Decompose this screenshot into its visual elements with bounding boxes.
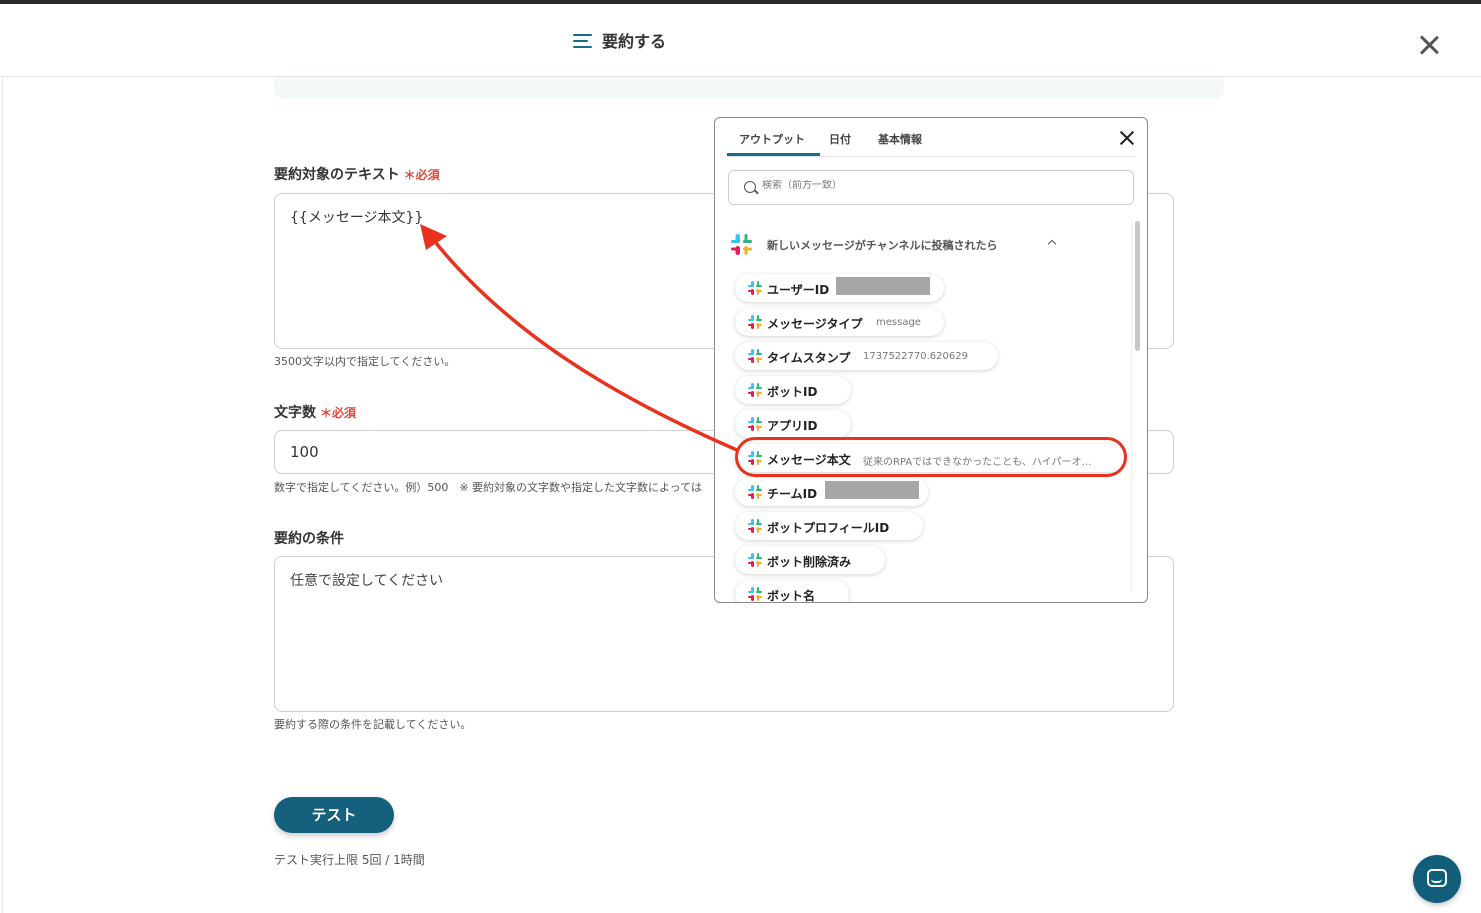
slack-icon [731, 234, 752, 255]
output-item-name: タイムスタンプ [767, 351, 851, 365]
chevron-up-icon [1047, 239, 1057, 249]
list-lines-icon [573, 34, 592, 48]
redacted-value [836, 277, 930, 295]
output-item-name: ボットプロフィールID [767, 521, 890, 535]
search-field[interactable] [728, 170, 1134, 205]
modal-header: 要約する [0, 4, 1481, 77]
output-item[interactable]: ユーザーID [735, 274, 944, 302]
search-input[interactable] [762, 180, 1102, 191]
slack-icon [748, 349, 762, 363]
slack-icon [748, 587, 762, 601]
text-field-value: {{メッセージ本文}} [290, 210, 424, 226]
test-button[interactable]: テスト [274, 797, 394, 833]
text-field-label-text: 要約対象のテキスト [274, 167, 400, 183]
slack-icon [748, 485, 762, 499]
tab-basic-info[interactable]: 基本情報 [878, 131, 922, 147]
slack-icon [748, 281, 762, 295]
test-limit-note: テスト実行上限 5回 / 1時間 [274, 853, 425, 867]
count-input-value: 100 [290, 443, 319, 461]
output-item-name: ボット削除済み [767, 555, 852, 569]
output-item-name: チームID [767, 487, 818, 501]
text-field-label: 要約対象のテキスト ＊必須 [274, 164, 440, 184]
output-item[interactable]: ボットID [735, 376, 851, 404]
tab-output[interactable]: アウトプット [727, 131, 820, 156]
output-item-name: ボットID [767, 385, 818, 399]
slack-icon [748, 383, 762, 397]
required-mark: ＊必須 [403, 168, 440, 182]
condition-placeholder: 任意で設定してください [290, 573, 444, 589]
output-item[interactable]: タイムスタンプ 1737522770.620629 [735, 342, 998, 370]
count-field-help: 数字で指定してください。例）500 ※ 要約対象の文字数や指定した文字数によって… [274, 481, 702, 494]
slack-icon [748, 315, 762, 329]
annotation-highlight-ring [735, 437, 1127, 477]
output-item-name: ユーザーID [767, 283, 830, 297]
output-item[interactable]: ボット削除済み [735, 546, 885, 574]
output-item[interactable]: ボットプロフィールID [735, 512, 923, 540]
tab-date[interactable]: 日付 [829, 131, 851, 147]
search-icon [744, 181, 756, 193]
condition-field-help: 要約する際の条件を記載してください。 [274, 718, 472, 731]
slack-icon [748, 519, 762, 533]
output-item[interactable]: チームID [735, 478, 928, 506]
output-item[interactable]: メッセージタイプ message [735, 308, 944, 336]
output-picker-popup: アウトプット 日付 基本情報 新しいメッセージがチャンネルに投稿されたら ユーザ… [714, 117, 1148, 603]
text-field-help: 3500文字以内で指定してください。 [274, 355, 456, 368]
output-item-name: ボット名 [767, 589, 816, 603]
info-panel [274, 77, 1224, 99]
output-item-name: メッセージタイプ [767, 317, 863, 331]
output-item-name: アプリID [767, 419, 818, 433]
scroll-track [1131, 221, 1132, 591]
count-field-label-text: 文字数 [274, 405, 316, 421]
scrollbar[interactable] [1135, 221, 1140, 351]
divider [2, 77, 3, 913]
required-mark: ＊必須 [320, 406, 357, 420]
modal-title: 要約する [602, 32, 667, 51]
slack-icon [748, 553, 762, 567]
redacted-value [825, 481, 919, 499]
popup-tabs: アウトプット 日付 基本情報 [727, 118, 1135, 157]
close-icon[interactable] [1117, 128, 1137, 148]
output-item[interactable]: アプリID [735, 410, 851, 438]
output-item-value: message [876, 317, 921, 328]
group-title: 新しいメッセージがチャンネルに投稿されたら [767, 239, 998, 252]
condition-field-label: 要約の条件 [274, 531, 344, 547]
close-icon[interactable] [1414, 30, 1444, 60]
count-field-label: 文字数 ＊必須 [274, 402, 356, 422]
slack-icon [748, 417, 762, 431]
output-item[interactable]: ボット名 [735, 580, 849, 603]
output-item-value: 1737522770.620629 [863, 351, 968, 362]
chat-icon[interactable] [1413, 855, 1461, 903]
trigger-group-header[interactable]: 新しいメッセージがチャンネルに投稿されたら [729, 232, 1059, 255]
